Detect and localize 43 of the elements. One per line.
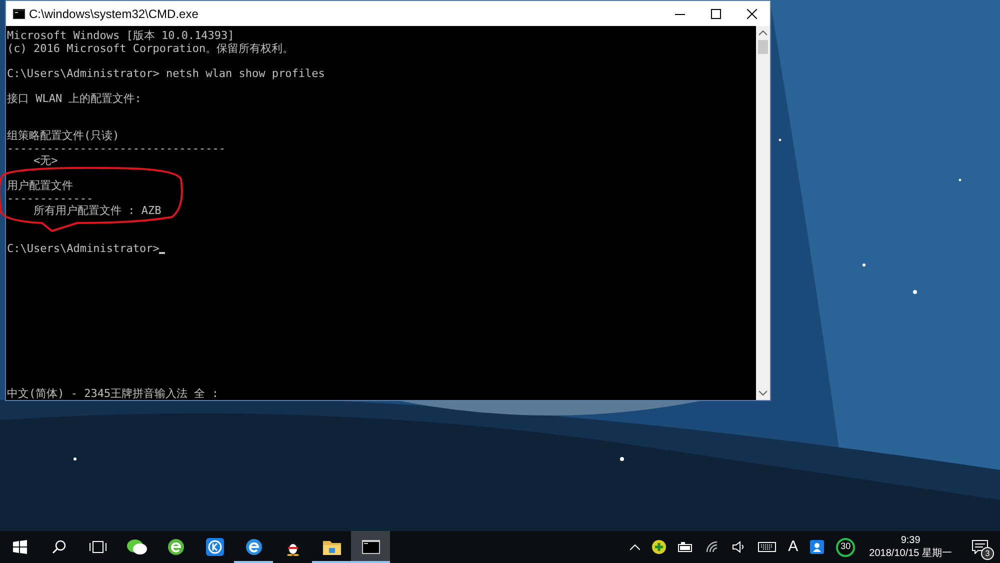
- clock-time: 9:39: [900, 534, 920, 547]
- console-line: (c) 2016 Microsoft Corporation。保留所有权利。: [7, 42, 294, 55]
- console-line: C:\Users\Administrator> netsh wlan show profiles: [7, 68, 325, 80]
- battery-icon[interactable]: [678, 542, 694, 552]
- folder-icon: [322, 540, 340, 554]
- counter-badge[interactable]: 30: [836, 538, 856, 556]
- text-cursor: [159, 252, 166, 254]
- console-line: 接口 WLAN 上的配置文件:: [7, 92, 142, 105]
- scrollbar[interactable]: [756, 26, 770, 400]
- console-line: 用户配置文件: [7, 180, 73, 192]
- maximize-icon: [711, 8, 721, 18]
- plus-circle-icon[interactable]: [652, 540, 666, 554]
- scroll-down-icon[interactable]: [759, 390, 767, 396]
- input-mode-indicator[interactable]: A: [788, 536, 798, 558]
- letter-e-globe-icon: [244, 538, 262, 556]
- console-line: Microsoft Windows [版本 10.0.14393]: [7, 30, 234, 42]
- search-icon: [52, 540, 66, 554]
- console-line: 组策略配置文件(只读): [7, 130, 120, 142]
- console-line: <无>: [32, 155, 58, 168]
- scroll-thumb[interactable]: [758, 40, 768, 54]
- letter-k-icon: [206, 538, 224, 556]
- person-icon[interactable]: [810, 540, 824, 554]
- keyboard-icon[interactable]: [758, 542, 776, 552]
- console-line: ---------------------------------: [7, 142, 226, 155]
- chevron-up-icon[interactable]: [630, 544, 640, 550]
- clock-date: 2018/10/15 星期一: [869, 547, 952, 560]
- console-icon: [362, 540, 380, 554]
- close-icon: [747, 8, 757, 18]
- scroll-up-icon[interactable]: [759, 30, 767, 36]
- notification-count: 3: [981, 547, 994, 560]
- speaker-icon[interactable]: [732, 541, 746, 553]
- windows-logo-icon: [12, 540, 26, 554]
- task-view-icon: [88, 541, 106, 553]
- letter-e-globe-icon: [166, 538, 184, 556]
- console-icon: [13, 8, 25, 18]
- command-prompt: C:\Users\Administrator>: [7, 242, 160, 255]
- window-title: C:\windows\system32\CMD.exe: [29, 6, 198, 22]
- taskbar-app[interactable]: [351, 531, 390, 563]
- chat-bubbles-icon: [126, 539, 146, 555]
- console-line: 所有用户配置文件 : AZB: [32, 205, 162, 218]
- notification-button[interactable]: 3: [960, 531, 1000, 563]
- ime-status: 中文(简体) - 2345王牌拼音输入法 全 :: [7, 388, 218, 400]
- console-line: -------------: [7, 192, 94, 204]
